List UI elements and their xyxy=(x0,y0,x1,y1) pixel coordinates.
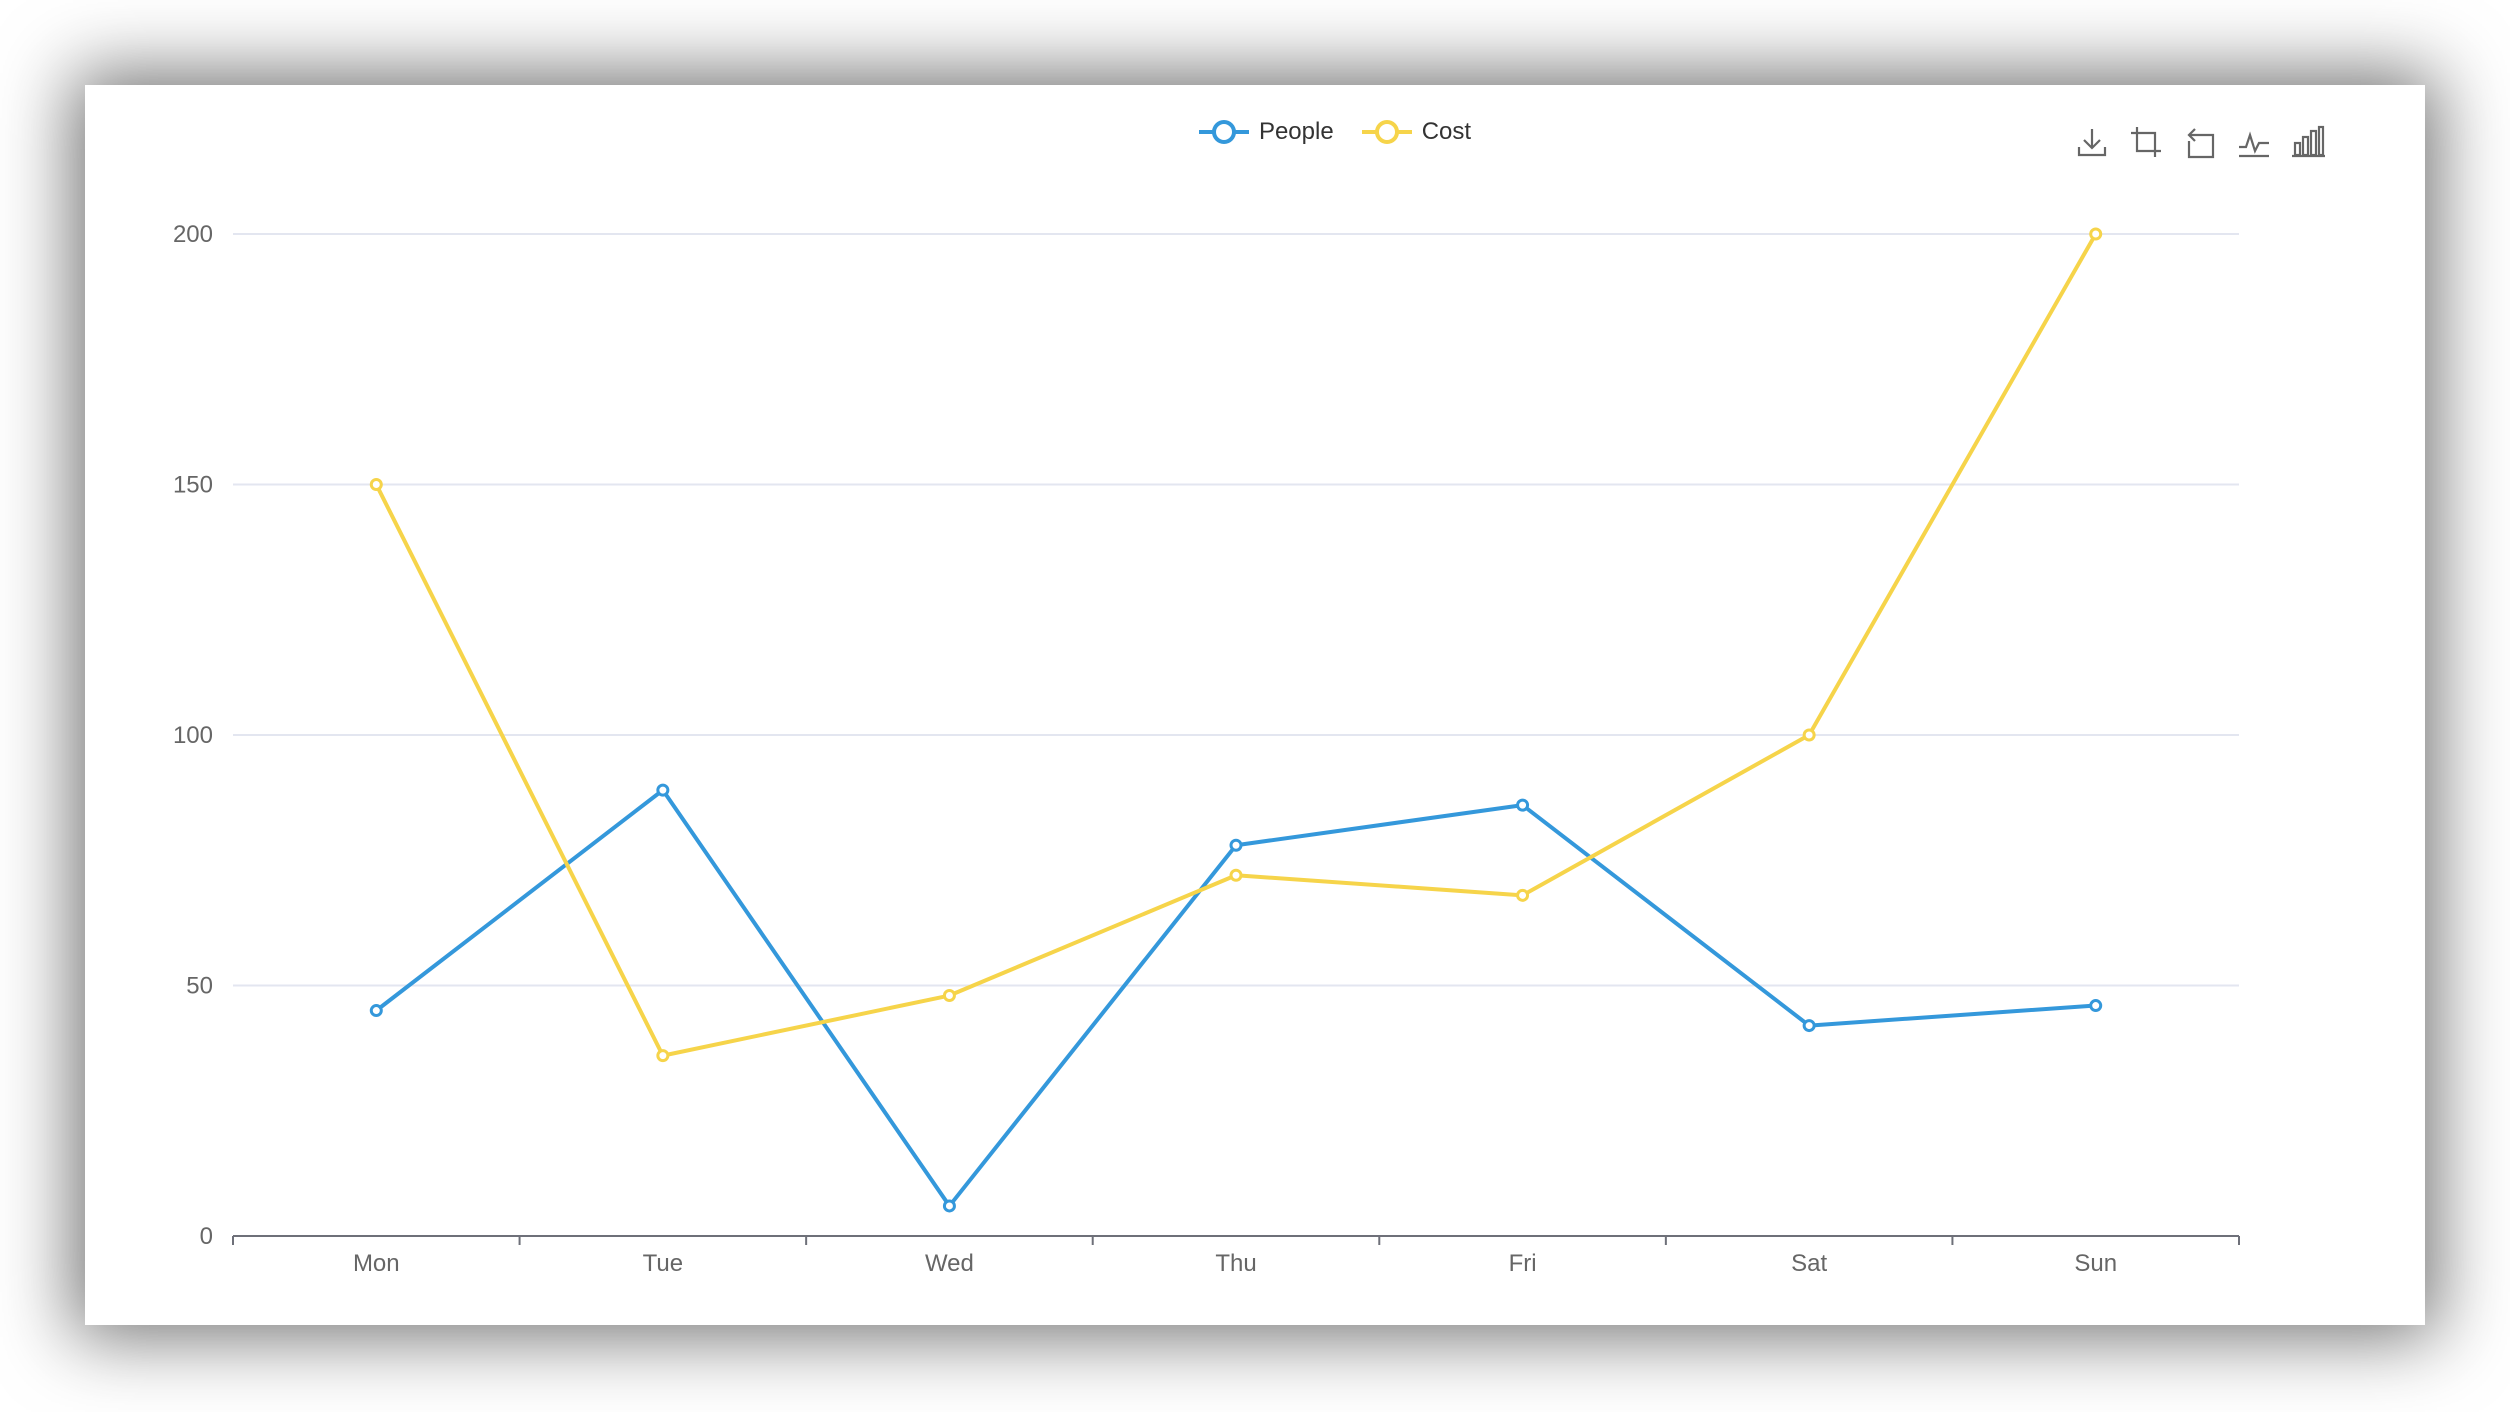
data-point-people xyxy=(1802,1019,1816,1033)
line-chart: 0 50 100 150 200 Mon Tue Wed Thu Fri Sat Sun xyxy=(173,221,2240,1277)
data-point-people xyxy=(1229,838,1243,852)
data-point-cost xyxy=(942,989,956,1003)
data-point-people xyxy=(1516,798,1530,812)
x-tick-label: Thu xyxy=(1215,1250,1256,1277)
data-point-cost xyxy=(1516,888,1530,902)
data-point-cost xyxy=(1802,728,1816,742)
x-tick-label: Sat xyxy=(1791,1250,1827,1277)
x-tick-label: Tue xyxy=(643,1250,683,1277)
y-tick-label: 150 xyxy=(173,472,213,499)
x-tick-label: Sun xyxy=(2074,1250,2117,1277)
data-point-cost xyxy=(656,1049,670,1063)
data-point-people xyxy=(656,783,670,797)
y-tick-label: 100 xyxy=(173,722,213,749)
x-tick-label: Mon xyxy=(353,1250,400,1277)
data-point-cost xyxy=(369,478,383,491)
series-line-cost xyxy=(374,233,2098,1058)
y-tick-label: 50 xyxy=(186,973,213,1000)
data-point-people xyxy=(369,1004,383,1018)
y-tick-label: 200 xyxy=(173,221,213,248)
data-point-people xyxy=(2089,999,2103,1013)
data-point-people xyxy=(942,1199,956,1213)
x-tick-label: Fri xyxy=(1509,1250,1537,1277)
chart-card: People Cost 0 50 100 150 200 Mon Tue Wed… xyxy=(85,85,2425,1325)
x-tick-label: Wed xyxy=(925,1250,974,1277)
data-point-cost xyxy=(2089,227,2103,241)
y-tick-label: 0 xyxy=(200,1223,213,1250)
data-point-cost xyxy=(1229,868,1243,882)
